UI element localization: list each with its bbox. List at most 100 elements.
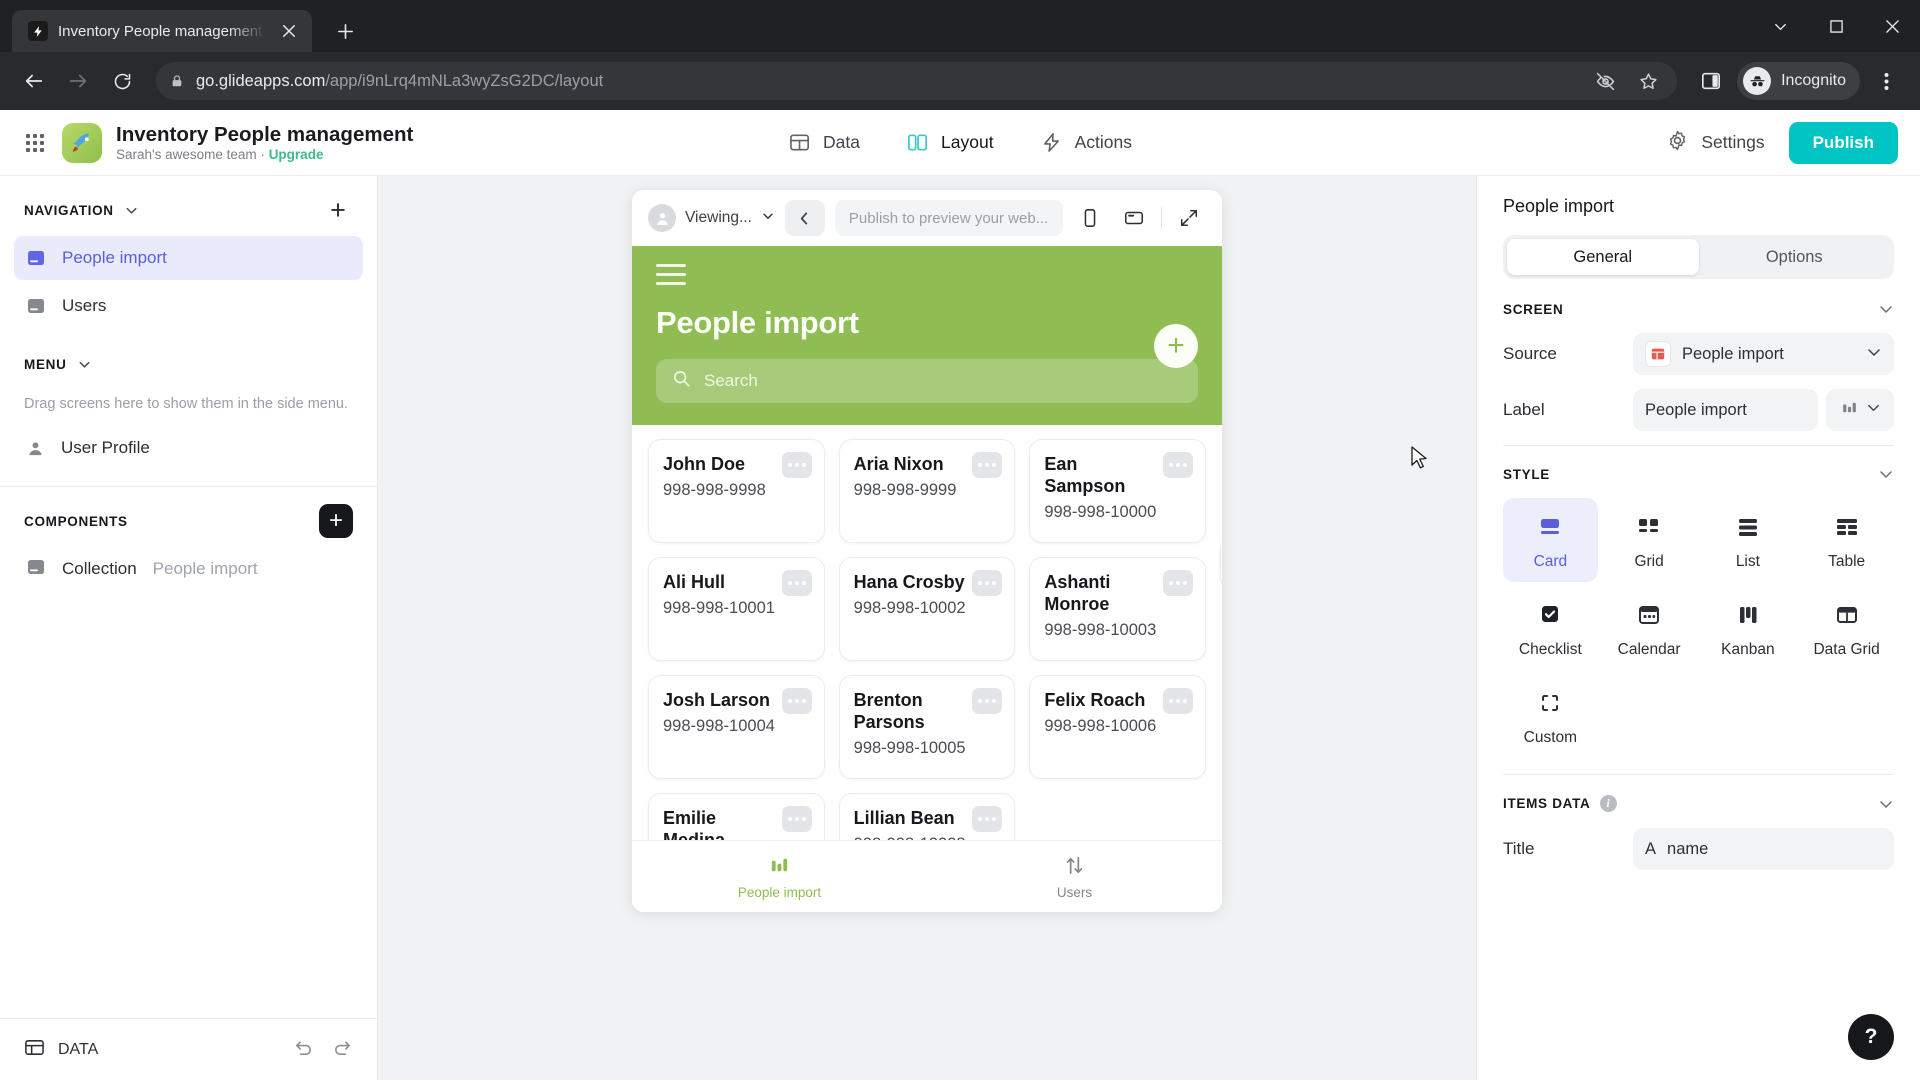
- person-card[interactable]: John Doe 998-998-9998: [648, 439, 825, 543]
- side-panel-icon[interactable]: [1691, 61, 1731, 101]
- new-tab-icon[interactable]: [326, 12, 364, 50]
- redo-icon[interactable]: [332, 1037, 353, 1063]
- chevron-down-icon[interactable]: [1878, 301, 1894, 317]
- person-card[interactable]: Ean Sampson 998-998-10000: [1029, 439, 1206, 543]
- eye-off-icon[interactable]: [1595, 71, 1616, 92]
- tab-general[interactable]: General: [1507, 239, 1699, 275]
- card-overflow-icon[interactable]: [1163, 570, 1193, 596]
- close-icon[interactable]: [276, 18, 302, 44]
- expand-icon[interactable]: [1172, 201, 1206, 235]
- tab-people-import[interactable]: People import: [632, 854, 927, 900]
- add-record-button[interactable]: +: [1154, 324, 1198, 368]
- chevron-down-icon[interactable]: [77, 357, 92, 372]
- card-overflow-icon[interactable]: [972, 688, 1003, 714]
- sidebar-item-label: People import: [62, 248, 167, 267]
- card-overflow-icon[interactable]: [781, 452, 812, 478]
- help-button[interactable]: ?: [1848, 1014, 1894, 1060]
- person-card[interactable]: Aria Nixon 998-998-9999: [838, 439, 1016, 543]
- apps-grid-icon[interactable]: [22, 130, 48, 156]
- style-option-checklist[interactable]: Checklist: [1503, 586, 1598, 670]
- preview-url-field[interactable]: Publish to preview your web...: [834, 200, 1063, 236]
- preview-back-button[interactable]: [784, 200, 825, 236]
- person-card[interactable]: Lillian Bean 998-998-10008: [838, 793, 1016, 840]
- source-select[interactable]: People import: [1633, 333, 1894, 375]
- card-overflow-icon[interactable]: [972, 452, 1003, 478]
- address-bar[interactable]: go.glideapps.com/app/i9nLrq4mNLa3wyZsG2D…: [156, 62, 1678, 100]
- style-options-grid: Card Grid List Table Checklist Calendar …: [1503, 498, 1894, 758]
- add-component-button[interactable]: +: [319, 504, 353, 539]
- style-option-table[interactable]: Table: [1799, 498, 1894, 582]
- window-close-icon[interactable]: [1864, 0, 1920, 52]
- info-icon[interactable]: i: [1599, 795, 1617, 812]
- sidebar-item-users[interactable]: Users: [14, 284, 363, 328]
- browser-tab[interactable]: Inventory People management · G: [12, 10, 312, 52]
- style-option-list[interactable]: List: [1701, 498, 1796, 582]
- tablet-device-icon[interactable]: [1117, 201, 1151, 235]
- person-phone: 998-998-10008: [854, 835, 1001, 840]
- screen-section-header: SCREEN: [1503, 301, 1894, 317]
- add-screen-button[interactable]: +: [323, 195, 353, 225]
- card-overflow-icon[interactable]: [972, 806, 1003, 832]
- tab-data[interactable]: Data: [788, 110, 860, 176]
- tab-users[interactable]: Users: [927, 854, 1222, 900]
- label-icon-select[interactable]: [1826, 389, 1894, 431]
- person-card[interactable]: Emilie Medina: [648, 793, 825, 840]
- card-overflow-icon[interactable]: [1163, 452, 1193, 478]
- forward-arrow-icon[interactable]: [58, 61, 98, 101]
- chevron-down-icon[interactable]: [1878, 466, 1894, 482]
- viewing-as-selector[interactable]: Viewing...: [648, 204, 775, 232]
- person-card[interactable]: Ashanti Monroe 998-998-10003: [1029, 557, 1206, 661]
- maximize-icon[interactable]: [1808, 0, 1864, 52]
- upgrade-link[interactable]: Upgrade: [269, 147, 324, 162]
- person-card[interactable]: Josh Larson 998-998-10004: [648, 675, 825, 779]
- chevron-down-icon[interactable]: [1878, 796, 1894, 812]
- undo-icon[interactable]: [293, 1037, 314, 1063]
- style-label: List: [1735, 553, 1760, 570]
- person-card[interactable]: Hana Crosby 998-998-10002: [838, 557, 1016, 661]
- chevron-down-icon[interactable]: [124, 203, 139, 218]
- title-column-select[interactable]: A name: [1633, 828, 1894, 870]
- style-option-data-grid[interactable]: Data Grid: [1799, 586, 1894, 670]
- reload-icon[interactable]: [102, 61, 142, 101]
- tab-layout[interactable]: Layout: [906, 110, 994, 176]
- card-style-icon: [1537, 514, 1563, 540]
- tab-actions[interactable]: Actions: [1040, 110, 1132, 176]
- mobile-device-icon[interactable]: [1073, 201, 1107, 235]
- card-overflow-icon[interactable]: [781, 570, 812, 596]
- kebab-menu-icon[interactable]: [1866, 61, 1906, 101]
- card-overflow-icon[interactable]: [1163, 688, 1193, 714]
- settings-button[interactable]: Settings: [1666, 129, 1765, 157]
- card-overflow-icon[interactable]: [972, 570, 1003, 596]
- style-option-kanban[interactable]: Kanban: [1701, 586, 1796, 670]
- sidebar-item-user-profile[interactable]: User Profile: [14, 426, 363, 470]
- person-card[interactable]: Ali Hull 998-998-10001: [648, 557, 825, 661]
- data-button[interactable]: DATA: [24, 1037, 98, 1063]
- search-input[interactable]: Search: [656, 359, 1198, 403]
- sidebar-item-people-import[interactable]: People import: [14, 236, 363, 280]
- card-overflow-icon[interactable]: [781, 806, 812, 832]
- device-resize-handle[interactable]: [1221, 542, 1222, 582]
- table-style-icon: [1834, 514, 1860, 540]
- tab-actions-label: Actions: [1074, 132, 1132, 152]
- incognito-profile-chip[interactable]: Incognito: [1737, 62, 1860, 100]
- style-option-grid[interactable]: Grid: [1602, 498, 1697, 582]
- person-phone: 998-998-10006: [1044, 716, 1157, 735]
- style-option-card[interactable]: Card: [1503, 498, 1598, 582]
- person-card[interactable]: Felix Roach 998-998-10006: [1029, 675, 1206, 779]
- glide-bolt-icon: [28, 21, 48, 41]
- back-arrow-icon[interactable]: [14, 61, 54, 101]
- tab-options[interactable]: Options: [1699, 239, 1891, 275]
- label-input[interactable]: People import: [1633, 389, 1818, 431]
- style-option-calendar[interactable]: Calendar: [1602, 586, 1697, 670]
- publish-button[interactable]: Publish: [1788, 121, 1898, 164]
- settings-label: Settings: [1701, 132, 1765, 152]
- style-option-custom[interactable]: Custom: [1503, 674, 1598, 758]
- page-title: Inventory People management: [116, 122, 414, 146]
- minimize-icon[interactable]: [1752, 0, 1808, 52]
- component-item-collection[interactable]: Collection People import: [14, 547, 363, 591]
- app-logo[interactable]: [62, 122, 102, 163]
- card-overflow-icon[interactable]: [781, 688, 812, 714]
- hamburger-menu-icon[interactable]: [656, 264, 686, 285]
- person-card[interactable]: Brenton Parsons 998-998-10005: [838, 675, 1016, 779]
- star-icon[interactable]: [1638, 71, 1659, 92]
